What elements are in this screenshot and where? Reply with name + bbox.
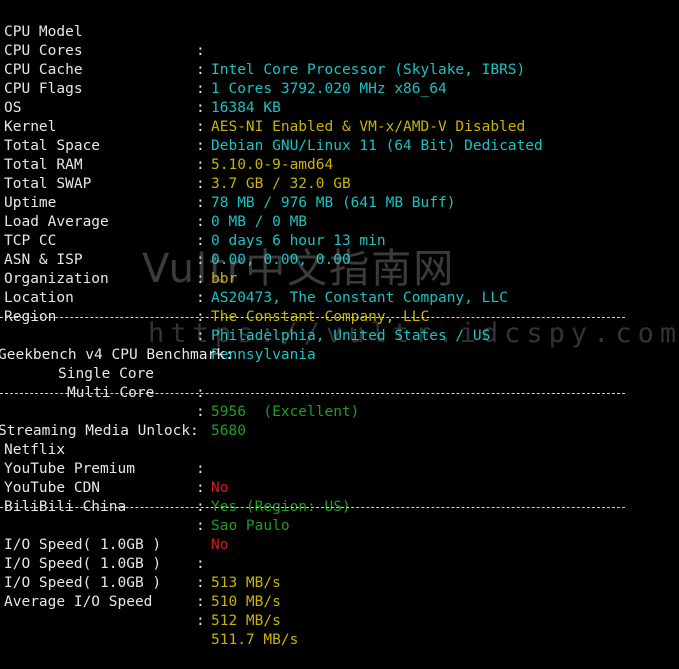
netflix-row: Netflix : No xyxy=(0,422,679,496)
multi-core-row: Multi Core : 5680 xyxy=(0,365,679,439)
io-speed-row-2: I/O Speed( 1.0GB ) : 510 MB/s xyxy=(0,536,679,610)
os-row: OS : Debian GNU/Linux 11 (64 Bit) Dedica… xyxy=(0,80,679,154)
organization-row: Organization : The Constant Company, LLC xyxy=(0,251,679,325)
row-separator: : xyxy=(196,594,205,610)
total-ram-row: Total RAM : 78 MB / 976 MB (641 MB Buff) xyxy=(0,137,679,211)
cpu-model-row: CPU Model : Intel Core Processor (Skylak… xyxy=(0,4,679,78)
youtube-premium-row: YouTube Premium : Yes (Region: US) xyxy=(0,441,679,515)
section-divider xyxy=(0,308,679,327)
section-divider xyxy=(0,498,679,517)
cpu-cache-row: CPU Cache : 16384 KB xyxy=(0,42,679,116)
row-value: 511.7 MB/s xyxy=(211,632,299,648)
uptime-row: Uptime : 0 days 6 hour 13 min xyxy=(0,175,679,249)
bilibili-row: BiliBili China : No xyxy=(0,479,679,553)
streaming-title-row: Streaming Media Unlock: xyxy=(0,403,679,439)
io-speed-row-1: I/O Speed( 1.0GB ) : 513 MB/s xyxy=(0,517,679,591)
dashed-line xyxy=(0,507,625,508)
load-average-row: Load Average : 0.00, 0.00, 0.00 xyxy=(0,194,679,268)
row-value: 510 MB/s xyxy=(211,594,281,610)
location-row: Location : Philadelphia, United States /… xyxy=(0,270,679,344)
single-core-row: Single Core : 5956 (Excellent) xyxy=(0,346,679,420)
row-separator: : xyxy=(196,613,205,629)
tcp-cc-row: TCP CC : bbr xyxy=(0,213,679,287)
geekbench-title-row: Geekbench v4 CPU Benchmark: xyxy=(0,327,679,363)
cpu-cores-row: CPU Cores : 1 Cores 3792.020 MHz x86_64 xyxy=(0,23,679,97)
kernel-row: Kernel : 5.10.0-9-amd64 xyxy=(0,99,679,173)
region-row: Region : Pennsylvania xyxy=(0,289,679,363)
total-space-row: Total Space : 3.7 GB / 32.0 GB xyxy=(0,118,679,192)
section-divider xyxy=(0,384,679,403)
dashed-line xyxy=(0,317,625,318)
io-average-row: Average I/O Speed : 511.7 MB/s xyxy=(0,574,679,648)
terminal-output: CPU Model : Intel Core Processor (Skylak… xyxy=(0,4,679,648)
cpu-flags-row: CPU Flags : AES-NI Enabled & VM-x/AMD-V … xyxy=(0,61,679,135)
total-swap-row: Total SWAP : 0 MB / 0 MB xyxy=(0,156,679,230)
asn-isp-row: ASN & ISP : AS20473, The Constant Compan… xyxy=(0,232,679,306)
dashed-line xyxy=(0,393,625,394)
row-label: Average I/O Speed xyxy=(4,594,153,610)
io-speed-row-3: I/O Speed( 1.0GB ) : 512 MB/s xyxy=(0,555,679,629)
row-value: 512 MB/s xyxy=(211,613,281,629)
youtube-cdn-row: YouTube CDN : Sao Paulo xyxy=(0,460,679,534)
